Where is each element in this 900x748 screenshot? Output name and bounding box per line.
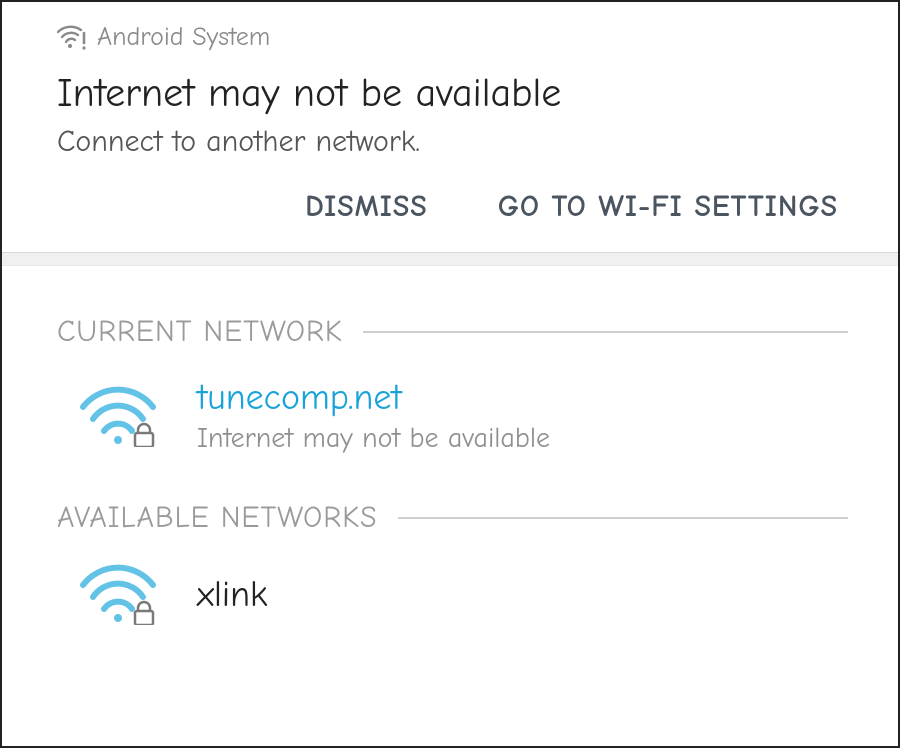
notification-subtitle: Connect to another network. <box>57 124 848 159</box>
section-rule <box>398 517 848 519</box>
current-network-row[interactable]: tunecomp.net Internet may not be availab… <box>57 359 848 482</box>
network-text: tunecomp.net Internet may not be availab… <box>197 377 550 454</box>
current-network-section-header: CURRENT NETWORK <box>57 314 848 349</box>
panel-separator <box>2 252 898 266</box>
wifi-alert-icon <box>57 24 87 50</box>
notification-actions: DISMISS GO TO WI-FI SETTINGS <box>57 189 848 242</box>
network-text: xlink <box>197 574 267 615</box>
notification-title: Internet may not be available <box>57 70 848 116</box>
network-name: xlink <box>197 574 267 615</box>
network-status: Internet may not be available <box>197 422 550 454</box>
system-notification: Android System Internet may not be avail… <box>2 2 898 252</box>
section-label: CURRENT NETWORK <box>57 314 343 349</box>
wifi-settings-button[interactable]: GO TO WI-FI SETTINGS <box>498 189 838 224</box>
available-network-row[interactable]: xlink <box>57 545 848 653</box>
wifi-secured-icon <box>79 385 157 447</box>
network-name: tunecomp.net <box>197 377 550 418</box>
section-rule <box>363 331 848 333</box>
notification-header: Android System <box>57 22 848 52</box>
available-networks-section-header: AVAILABLE NETWORKS <box>57 500 848 535</box>
section-label: AVAILABLE NETWORKS <box>57 500 378 535</box>
wifi-secured-icon <box>79 563 157 625</box>
wifi-settings-panel: CURRENT NETWORK tunecomp.net Internet ma… <box>2 266 898 653</box>
notification-source: Android System <box>97 22 270 52</box>
dismiss-button[interactable]: DISMISS <box>305 189 428 224</box>
